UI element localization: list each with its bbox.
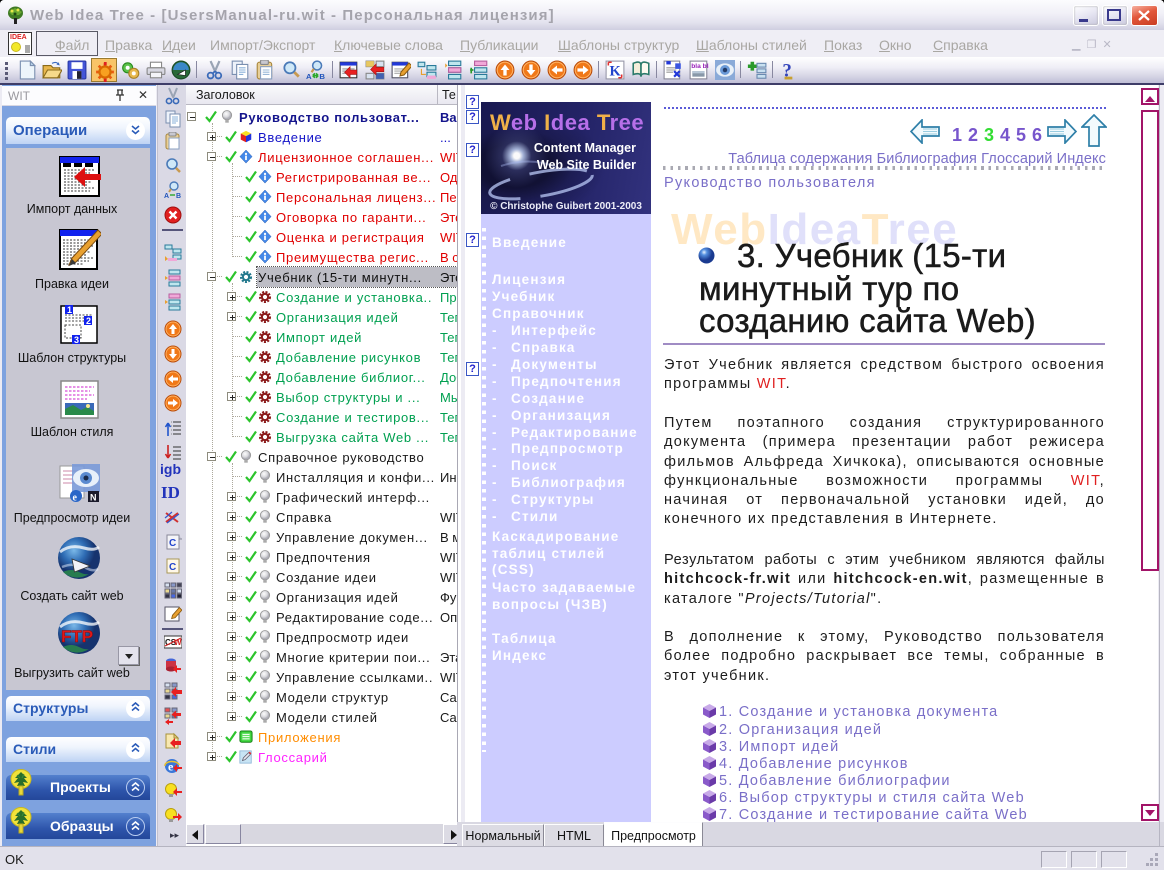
svg-text:C: C (169, 562, 176, 573)
svg-text:B: B (319, 72, 325, 80)
svg-text:3: 3 (74, 335, 79, 345)
svg-text:A: A (306, 72, 312, 80)
svg-text:B: B (176, 193, 181, 199)
svg-text:C: C (169, 538, 176, 549)
svg-text:2: 2 (86, 316, 91, 326)
svg-text:FTP: FTP (61, 627, 93, 646)
svg-text:N: N (90, 493, 97, 503)
svg-text:bla bla: bla bla (691, 63, 709, 70)
svg-text:A: A (164, 193, 169, 199)
svg-text:e: e (73, 493, 78, 504)
svg-text:1: 1 (67, 305, 72, 315)
